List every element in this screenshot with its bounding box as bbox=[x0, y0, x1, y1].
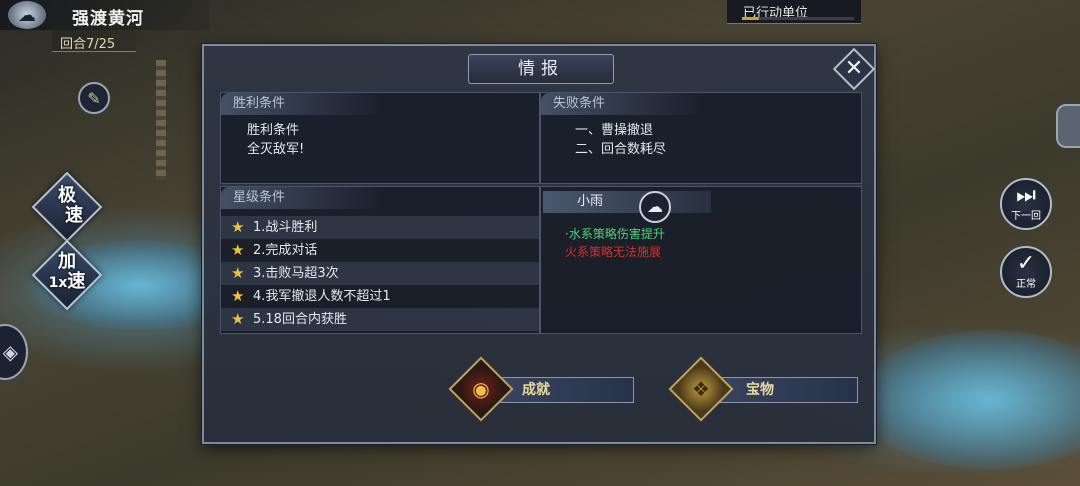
close-icon[interactable]: ✕ bbox=[839, 54, 869, 84]
star-condition-item: ★ 5.18回合内获胜 bbox=[221, 308, 539, 331]
acted-units-panel: 已行动单位 bbox=[727, 0, 861, 24]
star-condition-item: ★ 1.战斗胜利 bbox=[221, 216, 539, 239]
achievement-emblem-icon: ◉ bbox=[472, 377, 490, 401]
fortress-wall bbox=[156, 60, 166, 180]
right-edge-icon[interactable] bbox=[1056, 104, 1080, 148]
weather-name: 小雨 ☁ bbox=[543, 191, 711, 223]
weather-panel: 小雨 ☁ ·水系策略伤害提升 火系策略无法施展 bbox=[540, 186, 862, 334]
star-condition-item: ★ 3.击败马超3次 bbox=[221, 262, 539, 285]
victory-text: 胜利条件 全灭敌军! bbox=[247, 121, 304, 159]
next-round-button[interactable]: ⏭ 下一回 bbox=[1000, 178, 1052, 230]
star-condition-item: ★ 2.完成对话 bbox=[221, 239, 539, 262]
victory-line: 胜利条件 bbox=[247, 123, 300, 138]
star-icon: ★ bbox=[231, 241, 245, 259]
star-icon: ★ bbox=[231, 218, 245, 236]
treasure-emblem-icon: ❖ bbox=[692, 377, 710, 401]
dialog-title: 情报 bbox=[468, 54, 614, 84]
normal-speed-button[interactable]: ✓ 正常 bbox=[1000, 246, 1052, 298]
weather-effect-positive: ·水系策略伤害提升 bbox=[565, 227, 665, 241]
next-round-label: 下一回 bbox=[1011, 211, 1041, 222]
extreme-speed-label: 极速 bbox=[58, 185, 83, 226]
star-condition-item: ★ 4.我军撤退人数不超过1 bbox=[221, 285, 539, 308]
cloud-rain-icon: ☁ bbox=[639, 191, 671, 223]
acted-units-progress-fill bbox=[742, 17, 759, 20]
defeat-text: 一、曹操撤退 二、回合数耗尽 bbox=[575, 121, 666, 159]
defeat-panel: 失败条件 一、曹操撤退 二、回合数耗尽 bbox=[540, 92, 862, 184]
accelerate-label: 加 1x速 bbox=[48, 251, 86, 292]
star-icon: ★ bbox=[231, 264, 245, 282]
victory-header: 胜利条件 bbox=[221, 93, 381, 115]
defeat-line: 二、回合数耗尽 bbox=[575, 142, 667, 157]
defeat-line: 一、曹操撤退 bbox=[575, 123, 654, 138]
defeat-header: 失败条件 bbox=[541, 93, 701, 115]
star-conditions-panel: 星级条件 ★ 1.战斗胜利 ★ 2.完成对话 ★ 3.击败马超3次 ★ 4.我军撤退人数… bbox=[220, 186, 540, 334]
river-east bbox=[860, 330, 1080, 470]
victory-panel: 胜利条件 胜利条件 全灭敌军! bbox=[220, 92, 540, 184]
brush-tool-icon[interactable]: ✎ bbox=[78, 82, 110, 114]
round-counter: 回合7/25 bbox=[52, 30, 136, 52]
star-icon: ★ bbox=[231, 287, 245, 305]
victory-line: 全灭敌军! bbox=[247, 142, 305, 157]
star-icon: ★ bbox=[231, 310, 245, 328]
acted-units-progress bbox=[742, 17, 854, 20]
normal-speed-label: 正常 bbox=[1016, 279, 1036, 290]
weather-effect-negative: 火系策略无法施展 bbox=[565, 245, 662, 259]
star-conditions-header: 星级条件 bbox=[221, 187, 381, 209]
stage-title: 强渡黄河 bbox=[72, 9, 144, 29]
check-icon: ✓ bbox=[1016, 251, 1036, 276]
intel-dialog: 情报 ✕ 胜利条件 胜利条件 全灭敌军! 失败条件 一、曹操撤退 二、回合数耗尽… bbox=[202, 44, 876, 444]
skip-forward-icon: ⏭ bbox=[1016, 183, 1036, 208]
weather-cloud-icon[interactable]: ☁ bbox=[8, 1, 46, 29]
